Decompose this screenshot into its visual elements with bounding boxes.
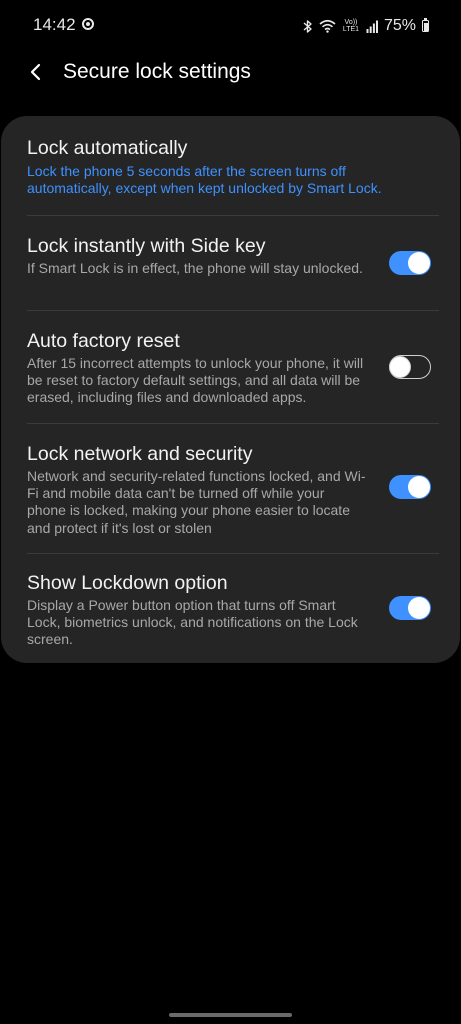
volte-icon: Vo)) LTE1 [342, 19, 360, 33]
setting-description: Network and security-related functions l… [27, 468, 366, 536]
toggle-knob [408, 597, 430, 619]
show-lockdown-toggle[interactable] [389, 596, 431, 620]
signal-icon [366, 20, 378, 33]
navigation-handle[interactable] [169, 1013, 292, 1017]
lock-network-security-toggle[interactable] [389, 475, 431, 499]
status-time: 14:42 [33, 15, 76, 34]
setting-title: Lock automatically [27, 137, 188, 159]
lock-instantly-toggle[interactable] [389, 251, 431, 275]
setting-description: After 15 incorrect attempts to unlock yo… [27, 355, 364, 406]
setting-show-lockdown-option[interactable]: Show Lockdown option Display a Power but… [27, 554, 460, 663]
toggle-knob [389, 355, 411, 378]
status-bar: 14:42 Vo)) LTE1 75% [0, 0, 461, 52]
setting-auto-factory-reset[interactable]: Auto factory reset After 15 incorrect at… [27, 311, 460, 424]
toggle-knob [408, 476, 430, 498]
bluetooth-icon [303, 19, 312, 33]
setting-description: Display a Power button option that turns… [27, 597, 358, 648]
settings-card: Lock automatically Lock the phone 5 seco… [1, 116, 460, 663]
auto-factory-reset-toggle[interactable] [389, 355, 431, 379]
page-title: Secure lock settings [63, 60, 251, 83]
battery-percent: 75% [383, 17, 416, 34]
back-chevron-icon [30, 63, 41, 81]
setting-title: Lock network and security [27, 443, 253, 465]
app-bar: Secure lock settings [0, 52, 461, 94]
wifi-icon [319, 19, 336, 33]
notification-icon [82, 18, 94, 30]
setting-title: Lock instantly with Side key [27, 235, 266, 257]
back-button[interactable] [20, 56, 52, 88]
setting-title: Show Lockdown option [27, 572, 228, 594]
setting-description: Lock the phone 5 seconds after the scree… [27, 163, 382, 197]
setting-lock-network-security[interactable]: Lock network and security Network and se… [27, 424, 460, 554]
status-icons: Vo)) LTE1 75% [303, 15, 429, 37]
setting-lock-automatically[interactable]: Lock automatically Lock the phone 5 seco… [27, 116, 460, 216]
battery-icon [422, 18, 429, 32]
screen: 14:42 Vo)) LTE1 75% Secure lock settings… [0, 0, 461, 1024]
setting-lock-instantly-side-key[interactable]: Lock instantly with Side key If Smart Lo… [27, 216, 460, 311]
setting-description: If Smart Lock is in effect, the phone wi… [27, 260, 363, 276]
setting-title: Auto factory reset [27, 330, 180, 352]
toggle-knob [408, 252, 430, 274]
